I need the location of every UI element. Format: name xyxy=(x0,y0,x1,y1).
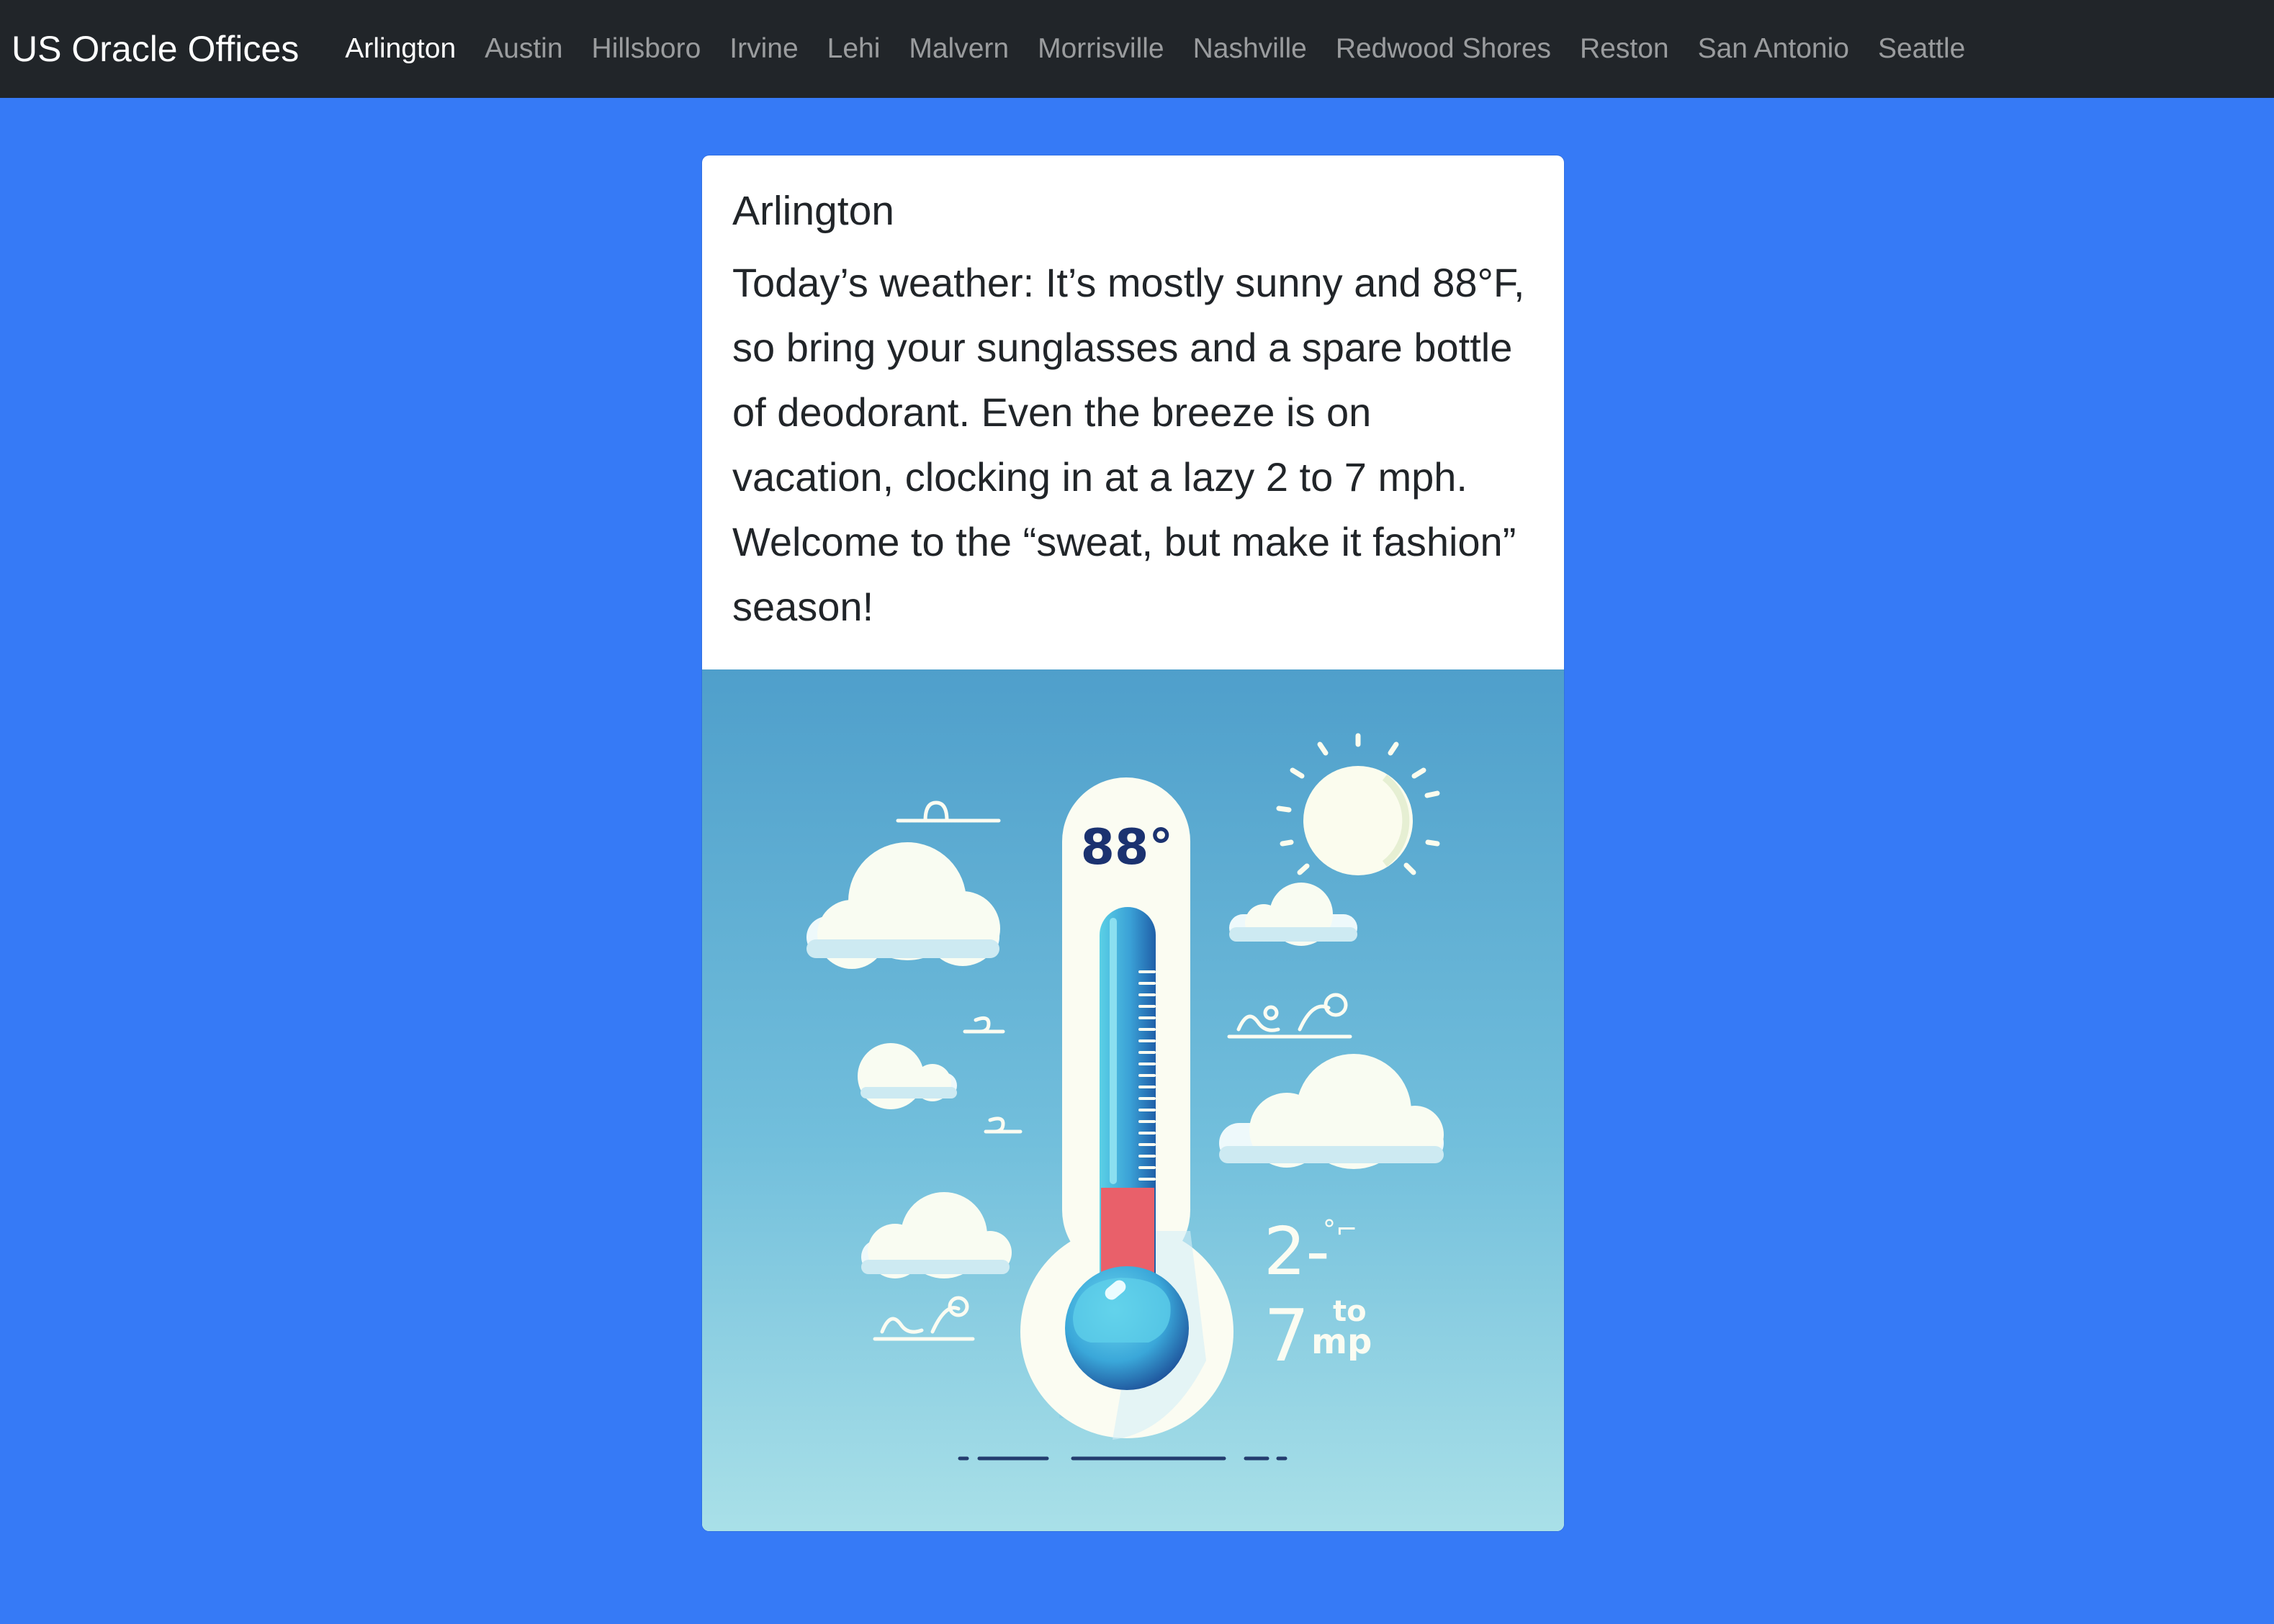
nav-link-reston[interactable]: Reston xyxy=(1565,33,1684,65)
nav-link-nashville[interactable]: Nashville xyxy=(1179,33,1321,65)
weather-card: Arlington Today’s weather: It’s mostly s… xyxy=(702,155,1564,1531)
weather-illustration: 88° 2- °⌐ 7 to mp xyxy=(702,669,1564,1531)
nav-link-malvern[interactable]: Malvern xyxy=(894,33,1023,65)
navbar-brand[interactable]: US Oracle Offices xyxy=(12,28,299,70)
navbar: US Oracle Offices Arlington Austin Hills… xyxy=(0,0,2274,98)
nav-link-lehi[interactable]: Lehi xyxy=(813,33,895,65)
nav-link-san-antonio[interactable]: San Antonio xyxy=(1684,33,1864,65)
nav-link-seattle[interactable]: Seattle xyxy=(1864,33,1979,65)
wind-unit-label: mp xyxy=(1311,1322,1372,1362)
card-body: Arlington Today’s weather: It’s mostly s… xyxy=(702,155,1564,639)
nav-link-arlington[interactable]: Arlington xyxy=(331,33,470,65)
nav-link-morrisville[interactable]: Morrisville xyxy=(1023,33,1179,65)
card-title: Arlington xyxy=(732,188,894,234)
temperature-label: 88° xyxy=(1081,819,1174,876)
nav-link-hillsboro[interactable]: Hillsboro xyxy=(578,33,716,65)
wind-speed-low: 2- xyxy=(1264,1213,1330,1290)
nav-links: Arlington Austin Hillsboro Irvine Lehi M… xyxy=(331,33,1979,65)
wind-degree-marks: °⌐ xyxy=(1323,1215,1357,1245)
nav-link-irvine[interactable]: Irvine xyxy=(715,33,812,65)
wind-speed-high: 7 xyxy=(1264,1294,1310,1378)
nav-link-austin[interactable]: Austin xyxy=(470,33,577,65)
nav-link-redwood-shores[interactable]: Redwood Shores xyxy=(1321,33,1565,65)
card-text: Today’s weather: It’s mostly sunny and 8… xyxy=(732,260,1525,629)
